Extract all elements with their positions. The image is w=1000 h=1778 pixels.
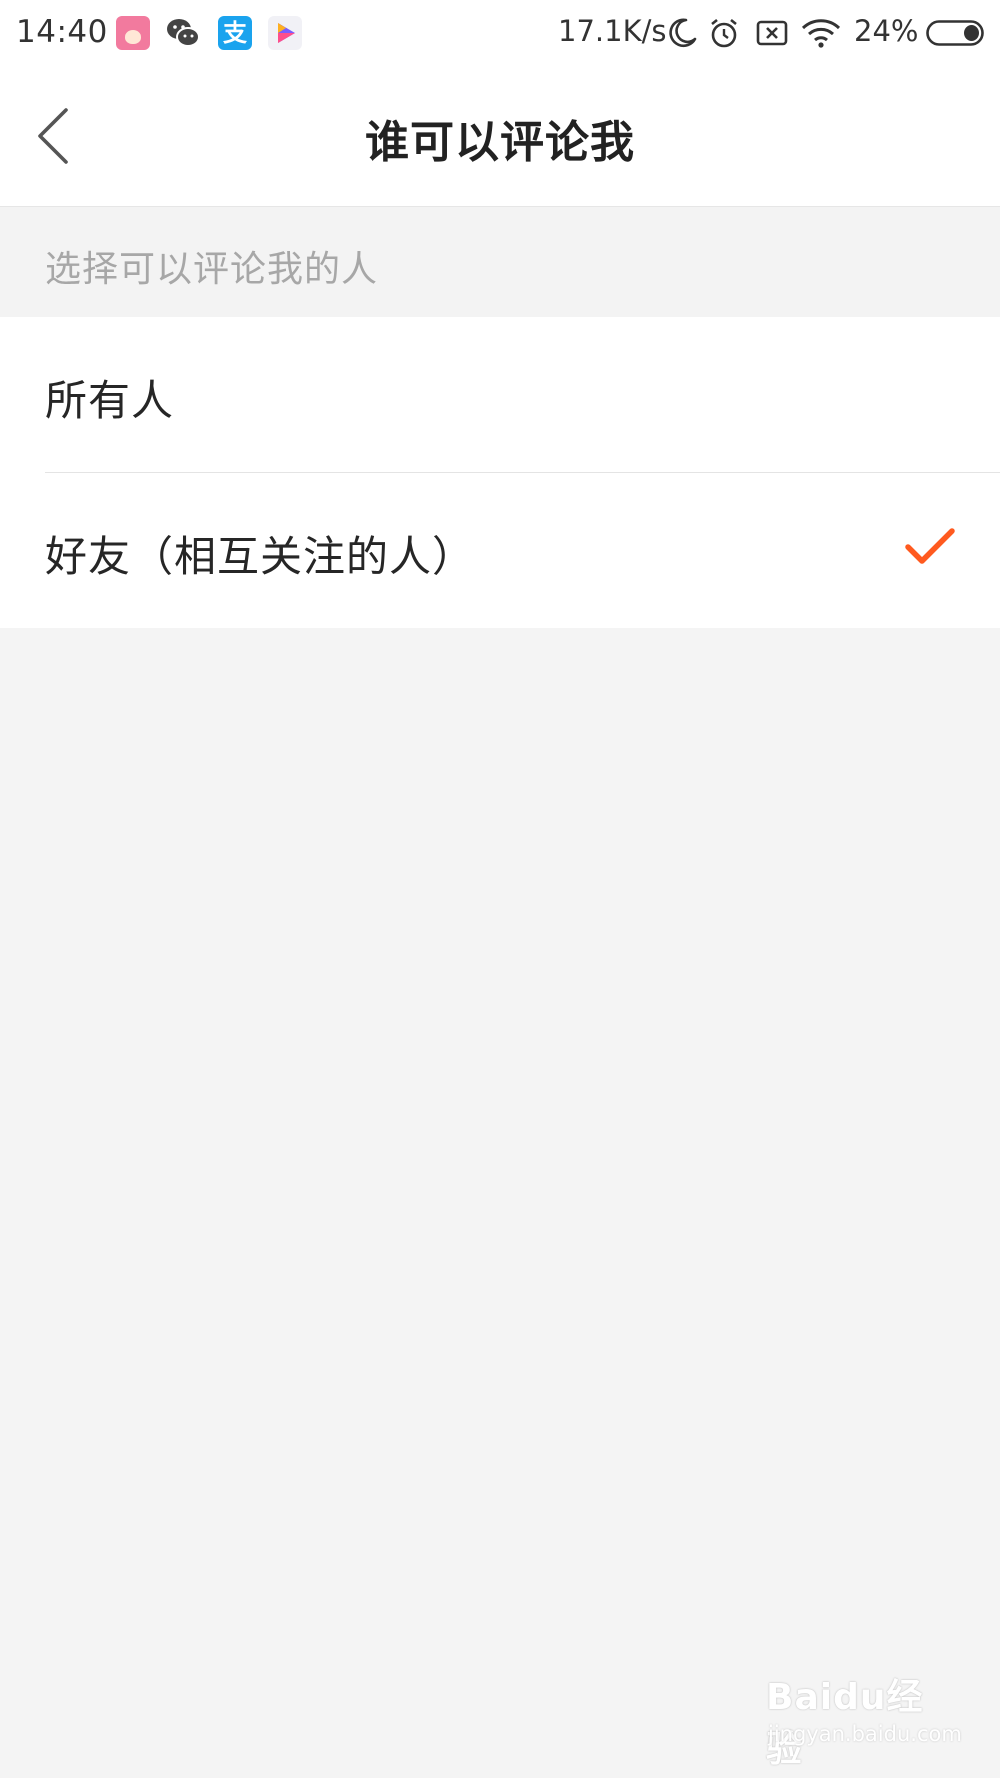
battery-icon: [926, 20, 984, 46]
baidu-watermark: Baidu经验 jingyan.baidu.com: [762, 1668, 962, 1770]
checkmark-icon: [905, 528, 955, 564]
watermark-url: jingyan.baidu.com: [768, 1722, 962, 1746]
wechat-icon: [166, 16, 200, 50]
option-label: 所有人: [45, 376, 175, 425]
watermark-logo: Baidu经验: [766, 1677, 924, 1770]
option-label: 好友（相互关注的人）: [45, 532, 476, 581]
option-list: 所有人 好友（相互关注的人）: [0, 317, 1000, 628]
section-header: 选择可以评论我的人: [0, 207, 1000, 317]
network-speed: 17.1K/s: [558, 14, 667, 48]
option-friends[interactable]: 好友（相互关注的人）: [0, 473, 1000, 628]
page-title: 谁可以评论我: [365, 117, 635, 168]
battery-percent: 24%: [854, 14, 919, 48]
alarm-icon: [706, 15, 742, 51]
section-header-text: 选择可以评论我的人: [45, 249, 379, 290]
status-bar: 14:40 支 17.1K/s 24%: [0, 0, 1000, 68]
moon-icon: [664, 15, 700, 51]
status-time: 14:40: [16, 14, 108, 50]
wifi-icon: [800, 15, 842, 51]
option-everyone[interactable]: 所有人: [0, 317, 1000, 473]
nav-bar: 谁可以评论我: [0, 68, 1000, 207]
no-sim-icon: [754, 15, 790, 51]
pink-app-icon: [116, 16, 150, 50]
video-play-icon: [268, 16, 302, 50]
alipay-icon: 支: [218, 16, 252, 50]
